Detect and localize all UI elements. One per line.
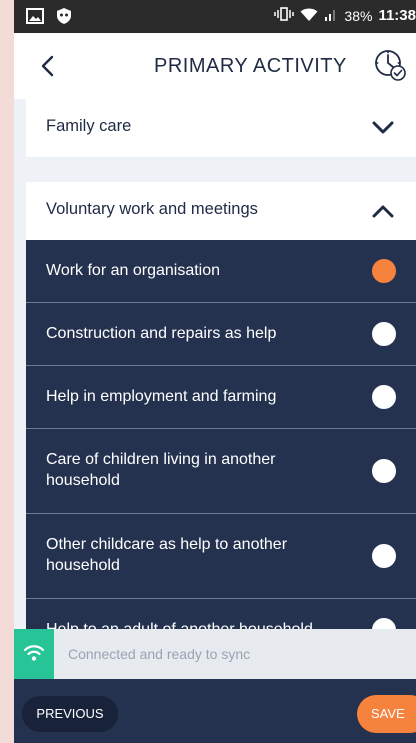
battery-percent: 38% bbox=[344, 7, 373, 24]
signal-icon bbox=[324, 7, 338, 25]
wifi-status-icon bbox=[300, 7, 318, 25]
radio-selected[interactable] bbox=[372, 259, 396, 283]
category-label: Voluntary work and meetings bbox=[46, 200, 258, 218]
activity-option[interactable]: Work for an organisation bbox=[26, 240, 416, 303]
save-button[interactable]: SAVE bbox=[357, 695, 416, 733]
wifi-icon bbox=[22, 642, 46, 669]
sync-status-bar: Connected and ready to sync bbox=[14, 629, 416, 679]
activity-label: Work for an organisation bbox=[46, 262, 221, 279]
activity-option[interactable]: Other childcare as help to another house… bbox=[26, 514, 416, 599]
status-bar: 38% 11:38 bbox=[14, 0, 416, 33]
activity-option[interactable]: Construction and repairs as help bbox=[26, 303, 416, 366]
activity-option[interactable]: Help in employment and farming bbox=[26, 366, 416, 429]
category-voluntary-work[interactable]: Voluntary work and meetings bbox=[26, 182, 416, 240]
activity-options: Work for an organisation Construction an… bbox=[26, 240, 416, 629]
sync-indicator bbox=[14, 629, 54, 679]
activity-label: Other childcare as help to another house… bbox=[46, 536, 288, 574]
activity-option[interactable]: Care of children living in another house… bbox=[26, 429, 416, 514]
chevron-left-icon bbox=[34, 55, 62, 87]
time-check-button[interactable] bbox=[370, 45, 410, 85]
activity-label: Construction and repairs as help bbox=[46, 325, 277, 342]
activity-list-area: Family care Voluntary work and meetings … bbox=[14, 99, 416, 629]
clock-check-icon bbox=[370, 50, 410, 89]
clock-time: 11:38 bbox=[378, 7, 416, 24]
shield-notification-icon bbox=[56, 7, 72, 30]
header-bar: PRIMARY ACTIVITY bbox=[14, 33, 416, 99]
sync-status-text: Connected and ready to sync bbox=[68, 646, 251, 662]
category-family-care[interactable]: Family care bbox=[26, 99, 416, 157]
radio-unselected[interactable] bbox=[372, 385, 396, 409]
category-label: Family care bbox=[46, 117, 132, 135]
radio-unselected[interactable] bbox=[372, 544, 396, 568]
activity-label: Help in employment and farming bbox=[46, 388, 277, 405]
page-title: PRIMARY ACTIVITY bbox=[154, 55, 347, 77]
activity-label: Help to an adult of another household bbox=[46, 619, 346, 629]
app-screen: 38% 11:38 PRIMARY ACTIVITY Family care V… bbox=[14, 0, 416, 743]
radio-unselected[interactable] bbox=[372, 618, 396, 629]
radio-unselected[interactable] bbox=[372, 322, 396, 346]
chevron-up-icon bbox=[370, 202, 396, 220]
back-button[interactable] bbox=[34, 49, 62, 83]
activity-option[interactable]: Help to an adult of another household bbox=[26, 599, 416, 629]
vibrate-icon bbox=[274, 6, 295, 25]
image-notification-icon bbox=[26, 8, 44, 29]
radio-unselected[interactable] bbox=[372, 459, 396, 483]
activity-label: Care of children living in another house… bbox=[46, 451, 276, 489]
footer-bar: PREVIOUS SAVE bbox=[14, 679, 416, 743]
previous-button[interactable]: PREVIOUS bbox=[22, 696, 118, 732]
chevron-down-icon bbox=[370, 119, 396, 137]
